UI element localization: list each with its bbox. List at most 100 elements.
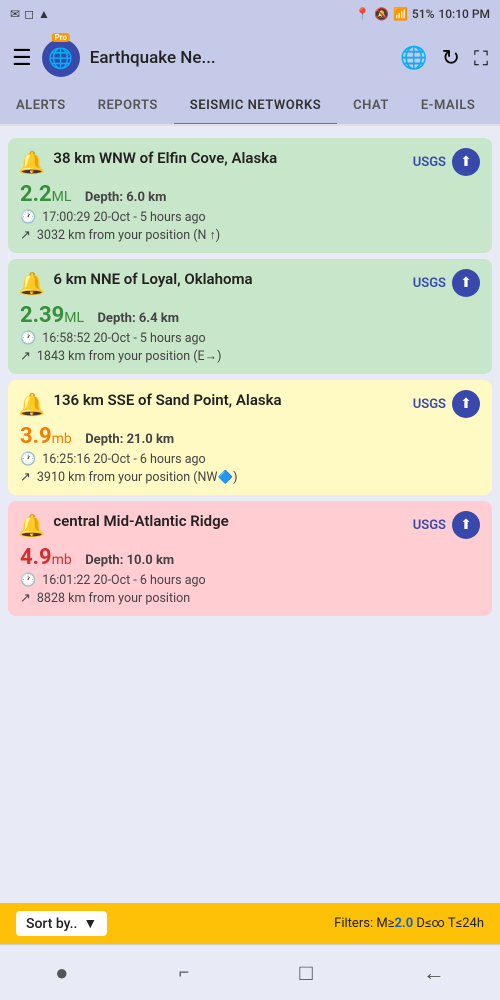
eq-distance-1: 3032 km from your position (N ↑) <box>37 228 220 243</box>
tab-bar: ALERTS REPORTS SEISMIC NETWORKS CHAT E-M… <box>0 88 500 126</box>
eq-title-row-1: 🔔 38 km WNW of Elfin Cove, Alaska <box>18 149 413 176</box>
eq-magnitude-row-2: 2.39ML Depth: 6.4 km <box>20 303 480 328</box>
eq-source-share-2: USGS ⬆ <box>413 269 480 297</box>
filter-text: Filters: M≥2.0 D≤∞ T≤24h <box>334 916 484 931</box>
distance-icon-4: ↗ <box>20 591 31 606</box>
eq-source-label-2: USGS <box>413 276 446 291</box>
time-text: 10:10 PM <box>438 7 490 21</box>
filter-magnitude: 2.0 <box>394 916 413 931</box>
navigation-bar: ● ⌐ □ ← <box>0 944 500 1000</box>
menu-icon[interactable]: ☰ <box>12 46 32 71</box>
pro-badge: 🌐 Pro <box>42 39 80 77</box>
eq-time-2: 16:58:52 20-Oct - 5 hours ago <box>42 331 205 346</box>
nav-recent-icon[interactable]: □ <box>299 960 312 986</box>
world-icon[interactable]: 🌐 <box>400 46 427 71</box>
eq-body-1: 2.2ML Depth: 6.0 km 🕐 17:00:29 20-Oct - … <box>8 182 492 253</box>
eq-magnitude-row-1: 2.2ML Depth: 6.0 km <box>20 182 480 207</box>
header-icons: 🌐 ↻ ⛶ <box>400 46 488 71</box>
wifi-icon: 📶 <box>393 7 408 21</box>
sort-button[interactable]: Sort by.. ▼ <box>16 911 107 936</box>
globe-icon: 🌐 <box>42 39 80 77</box>
eq-body-3: 3.9mb Depth: 21.0 km 🕐 16:25:16 20-Oct -… <box>8 424 492 495</box>
eq-time-row-2: 🕐 16:58:52 20-Oct - 5 hours ago <box>20 331 480 346</box>
eq-header-1: 🔔 38 km WNW of Elfin Cove, Alaska USGS ⬆ <box>8 138 492 182</box>
share-button-4[interactable]: ⬆ <box>452 511 480 539</box>
distance-icon-1: ↗ <box>20 228 31 243</box>
eq-magnitude-row-4: 4.9mb Depth: 10.0 km <box>20 545 480 570</box>
battery-text: 51% <box>412 7 434 21</box>
eq-body-2: 2.39ML Depth: 6.4 km 🕐 16:58:52 20-Oct -… <box>8 303 492 374</box>
eq-distance-row-2: ↗ 1843 km from your position (E→) <box>20 349 480 364</box>
eq-time-1: 17:00:29 20-Oct - 5 hours ago <box>42 210 205 225</box>
earthquake-card-3: 🔔 136 km SSE of Sand Point, Alaska USGS … <box>8 380 492 495</box>
earthquake-icon-4: 🔔 <box>18 514 45 539</box>
eq-time-row-1: 🕐 17:00:29 20-Oct - 5 hours ago <box>20 210 480 225</box>
status-left-icons: ✉ ◻ ▲ <box>10 7 50 21</box>
eq-title-4: central Mid-Atlantic Ridge <box>53 512 228 532</box>
tab-seismic-networks[interactable]: SEISMIC NETWORKS <box>174 88 337 126</box>
share-button-2[interactable]: ⬆ <box>452 269 480 297</box>
eq-magnitude-3: 3.9mb Depth: 21.0 km <box>20 424 174 449</box>
tab-alerts[interactable]: ALERTS <box>0 88 82 124</box>
eq-magnitude-4: 4.9mb Depth: 10.0 km <box>20 545 174 570</box>
eq-time-3: 16:25:16 20-Oct - 6 hours ago <box>42 452 205 467</box>
bottom-bar: Sort by.. ▼ Filters: M≥2.0 D≤∞ T≤24h <box>0 903 500 944</box>
earthquake-list: 🔔 38 km WNW of Elfin Cove, Alaska USGS ⬆… <box>0 126 500 628</box>
eq-title-3: 136 km SSE of Sand Point, Alaska <box>53 391 281 411</box>
earthquake-icon-2: 🔔 <box>18 272 45 297</box>
sort-label: Sort by.. <box>26 916 77 932</box>
earthquake-icon-3: 🔔 <box>18 393 45 418</box>
eq-title-row-3: 🔔 136 km SSE of Sand Point, Alaska <box>18 391 413 418</box>
eq-header-4: 🔔 central Mid-Atlantic Ridge USGS ⬆ <box>8 501 492 545</box>
eq-source-share-1: USGS ⬆ <box>413 148 480 176</box>
clock-icon-3: 🕐 <box>20 452 36 467</box>
eq-source-label-4: USGS <box>413 518 446 533</box>
eq-magnitude-1: 2.2ML Depth: 6.0 km <box>20 182 166 207</box>
header: ☰ 🌐 Pro Earthquake Ne... 🌐 ↻ ⛶ <box>0 28 500 88</box>
location-icon: 📍 <box>355 7 370 21</box>
eq-title-1: 38 km WNW of Elfin Cove, Alaska <box>53 149 277 169</box>
share-button-3[interactable]: ⬆ <box>452 390 480 418</box>
pro-label: Pro <box>51 33 69 42</box>
tab-emails[interactable]: E-MAILS <box>405 88 491 124</box>
earthquake-icon-1: 🔔 <box>18 151 45 176</box>
notify-icon: ▲ <box>38 7 50 21</box>
eq-distance-row-3: ↗ 3910 km from your position (NW🔷) <box>20 470 480 485</box>
earthquake-card-4: 🔔 central Mid-Atlantic Ridge USGS ⬆ 4.9m… <box>8 501 492 616</box>
eq-distance-row-4: ↗ 8828 km from your position <box>20 591 480 606</box>
eq-time-row-3: 🕐 16:25:16 20-Oct - 6 hours ago <box>20 452 480 467</box>
eq-title-row-4: 🔔 central Mid-Atlantic Ridge <box>18 512 413 539</box>
eq-source-share-4: USGS ⬆ <box>413 511 480 539</box>
eq-magnitude-row-3: 3.9mb Depth: 21.0 km <box>20 424 480 449</box>
screen-icon: ◻ <box>24 7 34 21</box>
eq-body-4: 4.9mb Depth: 10.0 km 🕐 16:01:22 20-Oct -… <box>8 545 492 616</box>
eq-magnitude-2: 2.39ML Depth: 6.4 km <box>20 303 179 328</box>
nav-back-icon[interactable]: ⌐ <box>179 962 190 983</box>
eq-distance-3: 3910 km from your position (NW🔷) <box>37 470 238 485</box>
earthquake-card-2: 🔔 6 km NNE of Loyal, Oklahoma USGS ⬆ 2.3… <box>8 259 492 374</box>
status-bar: ✉ ◻ ▲ 📍 🔕 📶 51% 10:10 PM <box>0 0 500 28</box>
clock-icon-4: 🕐 <box>20 573 36 588</box>
eq-time-row-4: 🕐 16:01:22 20-Oct - 6 hours ago <box>20 573 480 588</box>
clock-icon-2: 🕐 <box>20 331 36 346</box>
eq-header-2: 🔔 6 km NNE of Loyal, Oklahoma USGS ⬆ <box>8 259 492 303</box>
eq-distance-4: 8828 km from your position <box>37 591 190 606</box>
eq-header-3: 🔔 136 km SSE of Sand Point, Alaska USGS … <box>8 380 492 424</box>
mute-icon: 🔕 <box>374 7 389 21</box>
earthquake-card-1: 🔔 38 km WNW of Elfin Cove, Alaska USGS ⬆… <box>8 138 492 253</box>
eq-source-share-3: USGS ⬆ <box>413 390 480 418</box>
eq-title-2: 6 km NNE of Loyal, Oklahoma <box>53 270 252 290</box>
share-button-1[interactable]: ⬆ <box>452 148 480 176</box>
eq-distance-2: 1843 km from your position (E→) <box>37 349 222 364</box>
nav-arrow-icon[interactable]: ← <box>423 960 445 986</box>
clock-icon-1: 🕐 <box>20 210 36 225</box>
distance-icon-3: ↗ <box>20 470 31 485</box>
header-left: ☰ 🌐 Pro Earthquake Ne... <box>12 39 216 77</box>
tab-reports[interactable]: REPORTS <box>82 88 174 124</box>
nav-home-icon[interactable]: ● <box>55 960 68 986</box>
refresh-icon[interactable]: ↻ <box>442 46 460 71</box>
tab-chat[interactable]: CHAT <box>337 88 405 124</box>
eq-distance-row-1: ↗ 3032 km from your position (N ↑) <box>20 228 480 243</box>
eq-source-label-1: USGS <box>413 155 446 170</box>
expand-icon[interactable]: ⛶ <box>474 46 488 70</box>
